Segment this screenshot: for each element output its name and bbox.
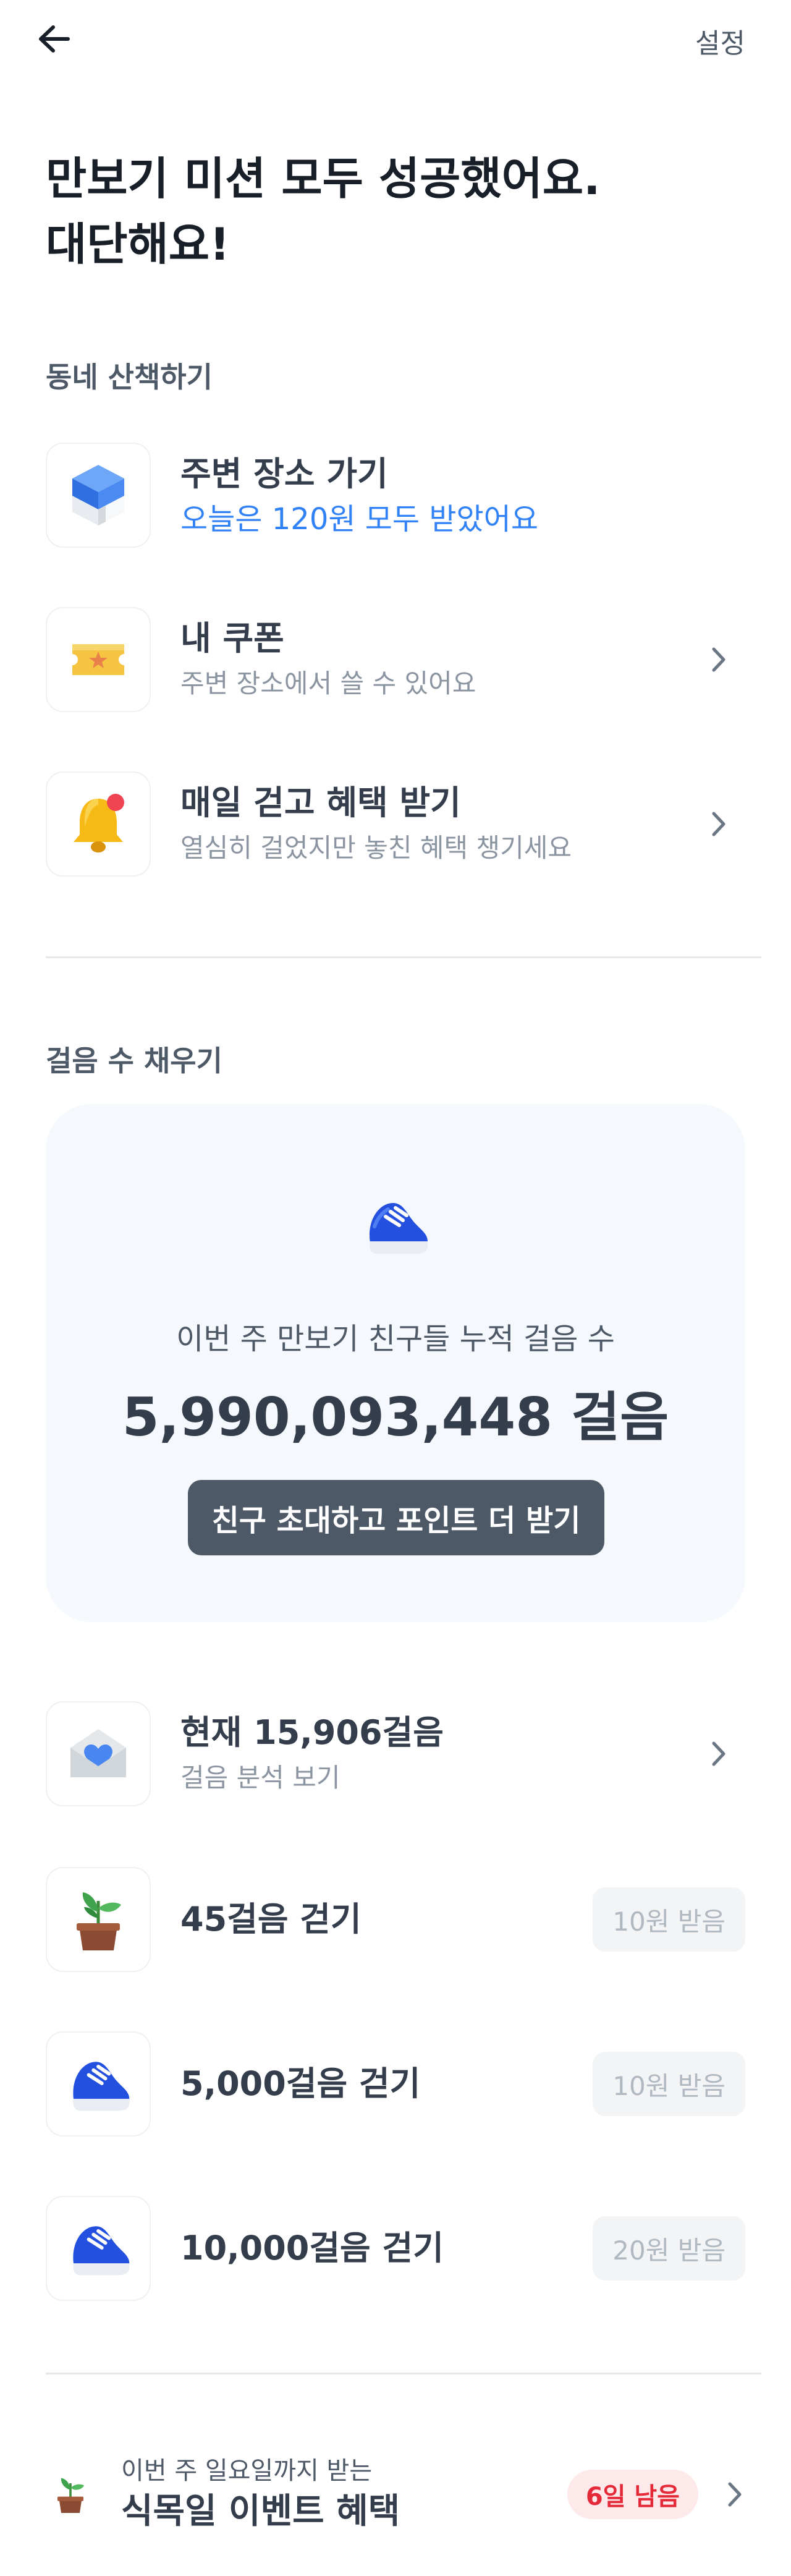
section-label-steps: 걸음 수 채우기 (46, 1044, 222, 1078)
current-steps-icon-box (46, 1701, 151, 1806)
chevron-right-icon (719, 2479, 750, 2510)
section-divider (46, 956, 761, 958)
arbor-day-event-item[interactable]: 이번 주 일요일까지 받는 식목일 이벤트 혜택 6일 남음 (46, 2448, 761, 2541)
daily-walk-title: 매일 걷고 혜택 받기 (180, 783, 461, 822)
weekly-steps-caption: 이번 주 만보기 친구들 누적 걸음 수 (176, 1322, 615, 1356)
nearby-places-item[interactable]: 주변 장소 가기 오늘은 120원 모두 받았어요 (46, 443, 745, 548)
my-coupons-subtitle: 주변 장소에서 쓸 수 있어요 (180, 668, 476, 699)
arrow-left-icon (39, 25, 70, 53)
sneaker-icon (73, 2226, 130, 2276)
nearby-places-title: 주변 장소 가기 (180, 454, 388, 493)
current-steps-title: 현재 15,906걸음 (180, 1713, 444, 1752)
settings-button[interactable]: 설정 (695, 21, 745, 61)
sneaker-icon (358, 1192, 433, 1262)
top-bar: 설정 (0, 0, 791, 80)
mission-icon-box (46, 2196, 151, 2301)
days-left-badge: 6일 남음 (567, 2470, 698, 2519)
daily-walk-subtitle: 열심히 걸었지만 놓친 혜택 챙기세요 (180, 833, 572, 863)
reward-received-button: 20원 받음 (593, 2216, 745, 2281)
page-title-line2: 대단해요! (46, 218, 230, 270)
event-title: 식목일 이벤트 혜택 (121, 2491, 400, 2531)
my-coupons-title: 내 쿠폰 (180, 619, 284, 658)
section-divider (46, 2373, 761, 2374)
mission-item-5000-steps: 5,000걸음 걷기 10원 받음 (46, 2031, 745, 2136)
current-steps-subtitle: 걸음 분석 보기 (180, 1762, 341, 1793)
chevron-right-icon (703, 644, 734, 675)
my-coupons-icon-box (46, 607, 151, 712)
reward-received-button: 10원 받음 (593, 2052, 745, 2116)
mission-item-45-steps: 45걸음 걷기 10원 받음 (46, 1867, 745, 1972)
envelope-heart-icon (70, 1729, 126, 1777)
mission-icon-box (46, 2031, 151, 2136)
page-title-line1: 만보기 미션 모두 성공했어요. (46, 153, 601, 205)
back-button[interactable] (32, 17, 75, 61)
section-label-neighborhood: 동네 산책하기 (46, 360, 213, 394)
chevron-right-icon (703, 1738, 734, 1769)
reward-received-button: 10원 받음 (593, 1887, 745, 1952)
mission-item-10000-steps: 10,000걸음 걷기 20원 받음 (46, 2196, 745, 2301)
bell-icon (74, 794, 124, 852)
mission-title: 10,000걸음 걷기 (180, 2229, 444, 2268)
page-title: 만보기 미션 모두 성공했어요. 대단해요! (46, 146, 600, 277)
plant-pot-icon (77, 1892, 121, 1950)
event-subtitle: 이번 주 일요일까지 받는 (121, 2457, 373, 2485)
my-coupons-item[interactable]: 내 쿠폰 주변 장소에서 쓸 수 있어요 (46, 607, 745, 712)
sneaker-icon (73, 2062, 130, 2111)
mission-title: 45걸음 걷기 (180, 1900, 362, 1939)
daily-walk-benefit-item[interactable]: 매일 걷고 혜택 받기 열심히 걸었지만 놓친 혜택 챙기세요 (46, 772, 745, 877)
chevron-right-icon (703, 809, 734, 840)
current-steps-item[interactable]: 현재 15,906걸음 걸음 분석 보기 (46, 1701, 745, 1806)
plant-pot-icon (46, 2463, 95, 2525)
mission-title: 5,000걸음 걷기 (180, 2064, 421, 2103)
daily-walk-icon-box (46, 772, 151, 877)
invite-friends-button[interactable]: 친구 초대하고 포인트 더 받기 (188, 1480, 604, 1555)
weekly-steps-card: 이번 주 만보기 친구들 누적 걸음 수 5,990,093,448 걸음 친구… (46, 1104, 745, 1622)
blue-cube-icon (72, 465, 124, 525)
nearby-places-icon-box (46, 443, 151, 548)
weekly-steps-total: 5,990,093,448 걸음 (122, 1387, 669, 1448)
mission-icon-box (46, 1867, 151, 1972)
ticket-icon (72, 644, 124, 675)
nearby-places-subtitle: 오늘은 120원 모두 받았어요 (180, 502, 538, 537)
